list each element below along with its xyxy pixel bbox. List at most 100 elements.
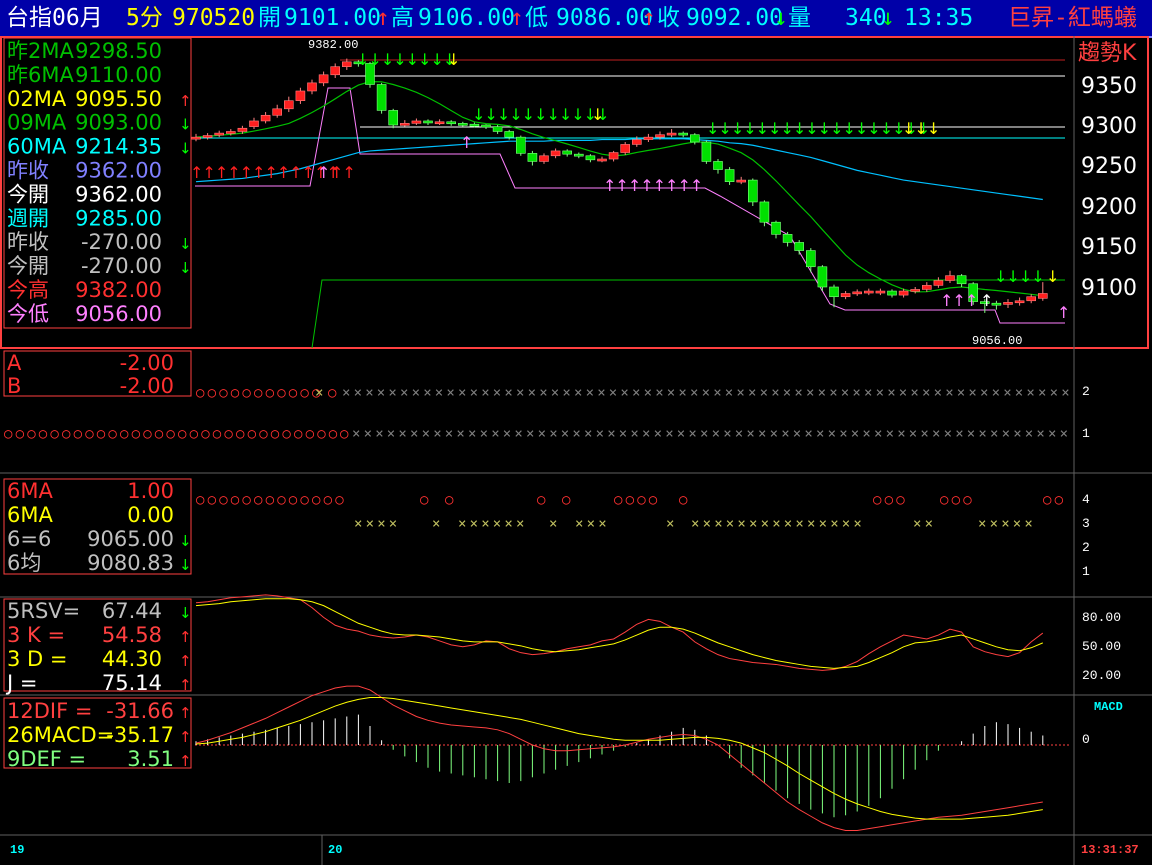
cross-mark-icon: × (642, 426, 650, 442)
cross-mark-icon: × (435, 385, 443, 401)
circle-mark-icon: ○ (637, 492, 646, 508)
candle-body (840, 293, 851, 298)
cross-mark-icon: × (992, 385, 1000, 401)
cross-mark-icon: × (598, 516, 606, 532)
circle-mark-icon: ○ (190, 426, 199, 442)
buy-arrow-icon: ↑ (980, 291, 993, 310)
cross-mark-icon: × (412, 385, 420, 401)
circle-mark-icon: ○ (266, 385, 275, 401)
period-label[interactable]: 5分 (126, 4, 163, 32)
cross-mark-icon: × (887, 385, 895, 401)
candle-body (666, 132, 677, 136)
up-arrow-icon: ↑ (179, 752, 192, 770)
cross-mark-icon: × (667, 385, 675, 401)
kd-k-line (195, 594, 1044, 671)
kd-lines (195, 594, 1044, 671)
cross-mark-icon: × (1048, 426, 1056, 442)
cross-mark-icon: × (852, 385, 860, 401)
candle-body (341, 61, 352, 67)
cross-mark-icon: × (1002, 426, 1010, 442)
circle-mark-icon: ○ (4, 426, 13, 442)
cross-mark-icon: × (644, 385, 652, 401)
cross-mark-icon: × (980, 385, 988, 401)
cross-mark-icon: × (925, 516, 933, 532)
cross-mark-icon: × (504, 516, 512, 532)
legend-value: -270.00 (81, 230, 162, 254)
legend-value: 9382.00 (75, 278, 162, 302)
cross-mark-icon: × (978, 516, 986, 532)
kd-d-line (195, 598, 1043, 669)
clock: 13:31:37 (1081, 843, 1139, 857)
cross-mark-icon: × (1013, 516, 1021, 532)
cross-mark-icon: × (655, 385, 663, 401)
signal-axis-tick: 3 (1082, 516, 1090, 531)
legend-value: -270.00 (81, 254, 162, 278)
candle-body (295, 90, 306, 101)
circle-mark-icon: ○ (300, 385, 309, 401)
macd-axis-tick: 0 (1082, 732, 1090, 747)
circle-mark-icon: ○ (74, 426, 83, 442)
symbol-name[interactable]: 台指06月 (6, 4, 103, 32)
cross-mark-icon: × (504, 385, 512, 401)
candle-body (933, 280, 944, 286)
cross-mark-icon: × (433, 426, 441, 442)
cross-mark-icon: × (818, 385, 826, 401)
circle-mark-icon: ○ (340, 426, 349, 442)
signal-axis-tick: 1 (1082, 564, 1090, 579)
cross-mark-icon: × (387, 426, 395, 442)
up-arrow-icon: ↑ (376, 5, 390, 31)
down-arrow-icon: ↓ (179, 604, 192, 622)
candle-body (608, 152, 619, 160)
cross-mark-icon: × (945, 385, 953, 401)
circle-mark-icon: ○ (1055, 492, 1064, 508)
circle-mark-icon: ○ (649, 492, 658, 508)
cross-mark-icon: × (400, 385, 408, 401)
down-arrow-icon: ↓ (881, 5, 895, 31)
circle-mark-icon: ○ (329, 426, 338, 442)
legend-value: 1.00 (127, 479, 174, 503)
circle-mark-icon: ○ (242, 385, 251, 401)
cross-mark-icon: × (377, 385, 385, 401)
trend-k-label[interactable]: 趨勢K (1078, 41, 1137, 66)
brand-label[interactable]: 巨昇-紅螞蟻 (1008, 4, 1137, 32)
cross-mark-icon: × (562, 385, 570, 401)
cross-mark-icon: × (410, 426, 418, 442)
day-high-marker: 9382.00 (308, 38, 358, 52)
candle-body (829, 286, 839, 298)
candle-body (1003, 302, 1013, 305)
circle-mark-icon: ○ (896, 492, 905, 508)
candle-body (550, 150, 561, 157)
cross-mark-icon: × (666, 516, 674, 532)
cross-mark-icon: × (990, 516, 998, 532)
chart-area[interactable]: ↓↓↓↓↓↓↓↓ ↓ ↓↓↓↓↓↓↓↓↓↓↓ ↓ ↓↓↓↓↓↓↓↓↓↓↓↓↓↓↓… (0, 36, 1152, 865)
cross-mark-icon: × (839, 426, 847, 442)
candle-body (875, 290, 886, 294)
cross-mark-icon: × (678, 385, 686, 401)
cross-mark-icon: × (735, 426, 743, 442)
legend-label: 今低 (7, 302, 49, 326)
low-value: 9086.00 (556, 5, 653, 31)
legend-value: 3.51 (127, 747, 174, 771)
cross-mark-icon: × (770, 426, 778, 442)
cross-mark-icon: × (909, 426, 917, 442)
circle-mark-icon: ○ (248, 426, 257, 442)
open-value: 9101.00 (284, 5, 381, 31)
cross-mark-icon: × (481, 516, 489, 532)
down-arrow-icon: ↓ (179, 532, 192, 550)
circle-mark-icon: ○ (679, 492, 688, 508)
macd-dif-line (195, 685, 1043, 831)
buy-arrow-icon: ↑ (317, 163, 330, 182)
cross-mark-icon: × (445, 426, 453, 442)
cross-mark-icon: × (725, 385, 733, 401)
circle-mark-icon: ○ (62, 426, 71, 442)
legend-label: 5RSV= (7, 599, 80, 623)
cross-mark-icon: × (422, 426, 430, 442)
cross-mark-icon: × (377, 516, 385, 532)
cross-mark-icon: × (910, 385, 918, 401)
close-value: 9092.00 (686, 5, 783, 31)
cross-mark-icon: × (874, 426, 882, 442)
circle-mark-icon: ○ (254, 385, 263, 401)
circle-mark-icon: ○ (885, 492, 894, 508)
circle-mark-icon: ○ (420, 492, 429, 508)
circle-mark-icon: ○ (219, 492, 228, 508)
